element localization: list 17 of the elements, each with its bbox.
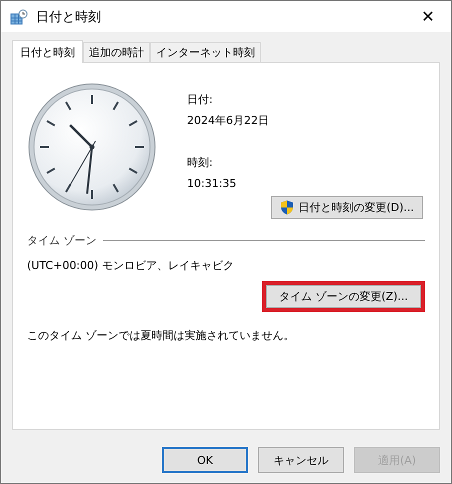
dst-note: このタイム ゾーンでは夏時間は実施されていません。 (27, 328, 296, 343)
date-value: 2024年6月22日 (187, 113, 269, 129)
dialog-button[interactable]: OK (162, 447, 248, 473)
calendar-clock-icon (10, 8, 28, 24)
time-zone-value: (UTC+00:00) モンロビア、レイキャビク (27, 258, 235, 273)
date-label: 日付: (187, 92, 214, 108)
section-heading: タイム ゾーン (27, 233, 96, 248)
change-date-time-button[interactable]: 日付と時刻の変更(D)... (271, 196, 423, 219)
time-label: 時刻: (187, 155, 214, 171)
window-title: 日付と時刻 (36, 8, 102, 26)
tab[interactable]: 追加の時計 (83, 42, 150, 62)
dialog-button[interactable]: キャンセル (258, 447, 344, 473)
tab[interactable]: インターネット時刻 (150, 42, 261, 62)
change-time-zone-button[interactable]: タイム ゾーンの変更(Z)... (266, 285, 421, 308)
tab[interactable]: 日付と時刻 (12, 40, 83, 63)
close-button[interactable]: ✕ (405, 1, 451, 32)
time-value: 10:31:35 (187, 176, 238, 192)
